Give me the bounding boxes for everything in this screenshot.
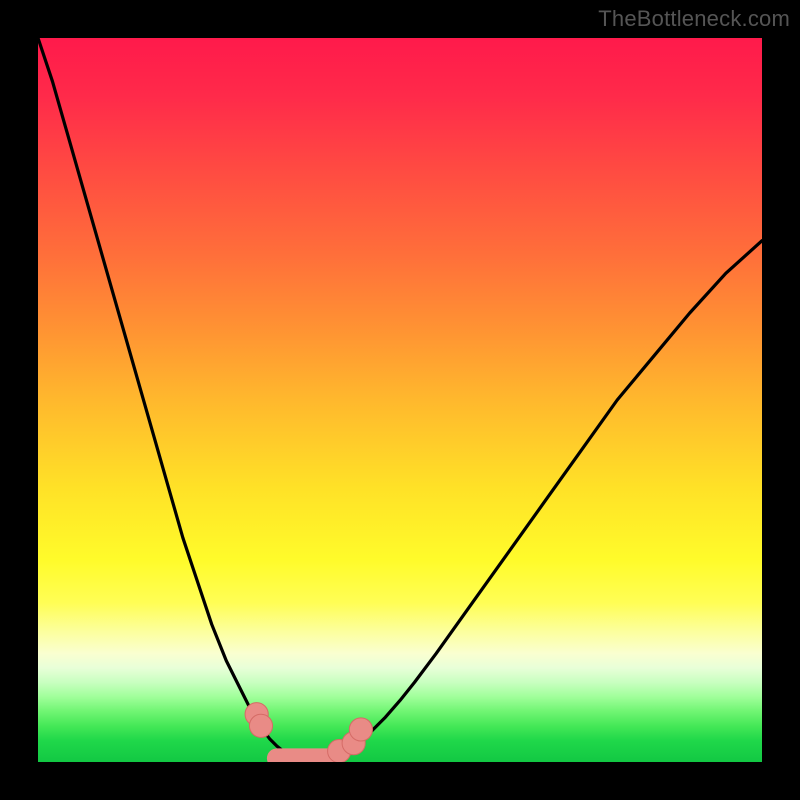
marker-dot — [349, 718, 372, 741]
chart-frame: TheBottleneck.com — [0, 0, 800, 800]
watermark-text: TheBottleneck.com — [598, 6, 790, 32]
marker-group — [245, 703, 372, 762]
curve-path — [38, 38, 762, 761]
plot-area — [38, 38, 762, 762]
bottleneck-curve — [38, 38, 762, 761]
marker-dot — [249, 714, 272, 737]
plot-svg — [38, 38, 762, 762]
